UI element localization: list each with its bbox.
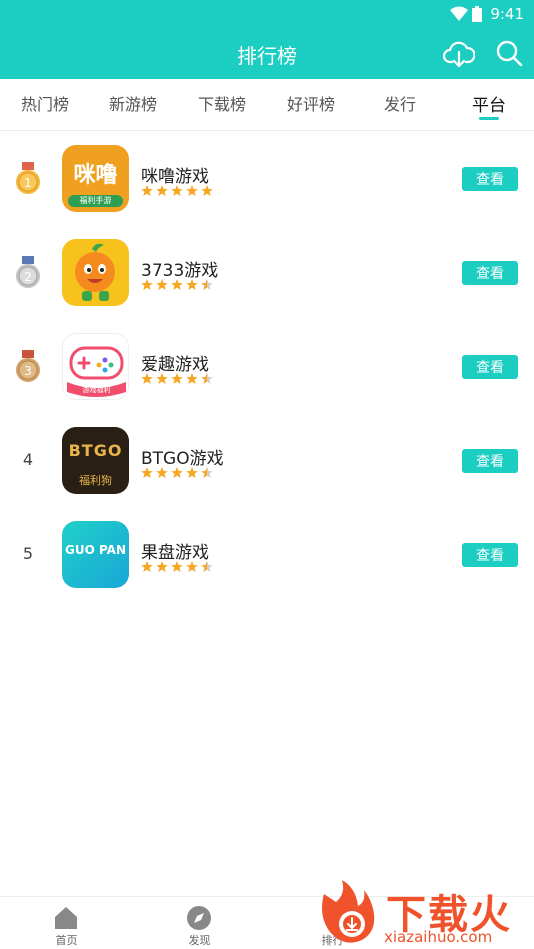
view-button[interactable]: 查看 — [462, 543, 518, 567]
tab-hot[interactable]: 热门榜 — [15, 91, 75, 115]
status-bar: 9:41 — [0, 0, 534, 28]
medal-rank: 2 — [24, 270, 32, 284]
nav-label: 发现 — [188, 934, 211, 947]
view-button[interactable]: 查看 — [462, 355, 518, 379]
status-time: 9:41 — [490, 5, 524, 23]
watermark-url: xiazaihuo.com — [384, 928, 493, 946]
app-icon-text: GUO PAN — [65, 543, 126, 557]
app-icon-guopan[interactable]: GUO PAN — [62, 521, 129, 588]
app-bar: 排行榜 — [0, 28, 534, 79]
nav-label: 首页 — [55, 934, 78, 947]
medal-rank: 3 — [24, 364, 32, 378]
battery-icon — [472, 6, 482, 22]
rank-number: 5 — [22, 544, 34, 563]
rank-number: 4 — [22, 450, 34, 469]
list-item[interactable]: 1 咪噜 福利手游 咪噜游戏 查看 — [0, 132, 534, 226]
silver-medal-icon: 2 — [16, 256, 40, 288]
list-item[interactable]: 4 BTGO 福利狗 BTGO游戏 查看 — [0, 414, 534, 508]
nav-home[interactable]: 首页 — [0, 897, 133, 949]
tab-platform[interactable]: 平台 — [459, 91, 519, 116]
active-tab-indicator — [479, 117, 499, 120]
rating-stars — [141, 467, 213, 478]
app-icon-badge: 游戏福利 — [82, 386, 111, 394]
tab-publisher[interactable]: 发行 — [370, 91, 430, 115]
tab-new[interactable]: 新游榜 — [103, 91, 163, 115]
wifi-icon — [450, 6, 468, 21]
nav-discover[interactable]: 发现 — [133, 897, 266, 949]
app-icon-milu[interactable]: 咪噜 福利手游 — [62, 145, 129, 212]
view-button[interactable]: 查看 — [462, 449, 518, 473]
medal-rank: 1 — [24, 176, 32, 190]
flame-logo-icon — [322, 880, 375, 943]
search-icon[interactable] — [495, 39, 523, 67]
app-icon-badge: 福利狗 — [79, 474, 112, 487]
tab-downloads[interactable]: 下载榜 — [192, 91, 252, 115]
app-icon-3733[interactable] — [62, 239, 129, 306]
app-icon-aiqu[interactable]: 游戏福利 — [62, 333, 129, 400]
cloud-download-icon[interactable] — [443, 38, 475, 70]
list-item[interactable]: 3 游戏福利 爱趣游戏 查看 — [0, 320, 534, 414]
watermark-logo: 下载火 xiazaihuo.com — [314, 876, 534, 949]
app-icon-btgo[interactable]: BTGO 福利狗 — [62, 427, 129, 494]
view-button[interactable]: 查看 — [462, 261, 518, 285]
app-icon-text: BTGO — [68, 441, 123, 460]
list-item[interactable]: 2 3733游戏 查看 — [0, 226, 534, 320]
tab-top-rated[interactable]: 好评榜 — [281, 91, 341, 115]
app-icon-text: 咪噜 — [73, 163, 118, 188]
home-icon — [55, 907, 77, 929]
rating-stars — [141, 561, 213, 572]
view-button[interactable]: 查看 — [462, 167, 518, 191]
compass-icon — [187, 906, 211, 930]
bronze-medal-icon: 3 — [16, 350, 40, 382]
rating-stars — [141, 279, 213, 290]
rating-stars — [141, 373, 213, 384]
list-item[interactable]: 5 GUO PAN 果盘游戏 查看 — [0, 508, 534, 602]
app-icon-badge: 福利手游 — [68, 195, 123, 207]
orange-mascot-icon — [75, 243, 115, 301]
gold-medal-icon: 1 — [16, 162, 40, 194]
rating-stars — [141, 185, 213, 196]
ranking-tabs: 热门榜 新游榜 下载榜 好评榜 发行 平台 — [0, 79, 534, 131]
